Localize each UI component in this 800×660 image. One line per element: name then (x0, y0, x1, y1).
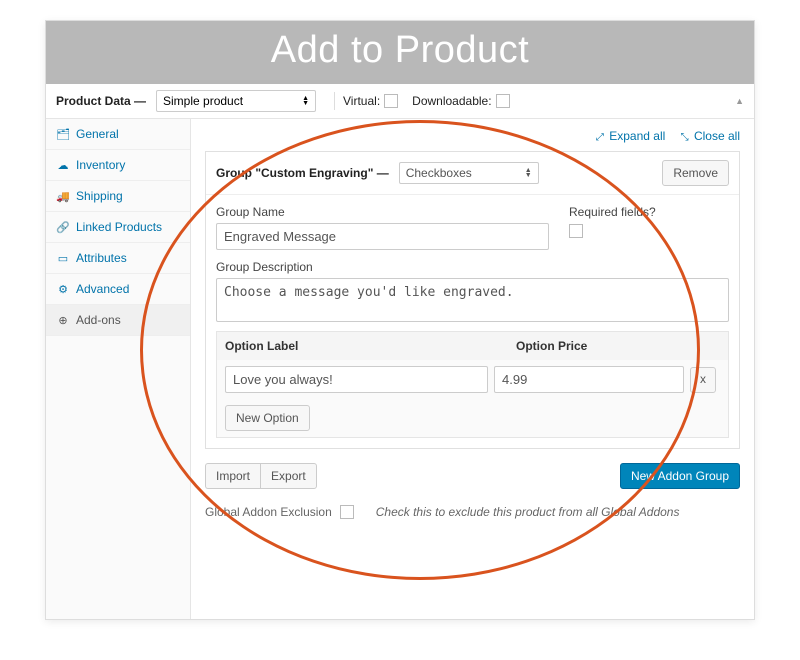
option-price-header: Option Price (508, 332, 698, 360)
select-arrows-icon: ▲▼ (302, 96, 309, 106)
product-type-value: Simple product (163, 94, 243, 108)
banner-title: Add to Product (271, 29, 529, 71)
group-description-input[interactable] (216, 278, 729, 322)
option-label-input[interactable] (225, 366, 488, 393)
new-addon-group-label: New Addon Group (631, 469, 729, 483)
sidebar-item-label: Linked Products (76, 220, 162, 234)
group-name-input[interactable] (216, 223, 549, 250)
new-addon-group-button[interactable]: New Addon Group (620, 463, 740, 489)
sidebar-item-shipping[interactable]: 🚚 Shipping (46, 181, 190, 212)
global-exclusion-hint: Check this to exclude this product from … (376, 505, 680, 519)
sidebar-item-label: Attributes (76, 251, 127, 265)
new-option-label: New Option (236, 411, 299, 425)
expand-all-link[interactable]: ⤢ Expand all (593, 129, 666, 143)
virtual-checkbox[interactable] (384, 94, 398, 108)
expand-icon: ⤢ (596, 132, 604, 143)
sidebar-item-label: Inventory (76, 158, 125, 172)
close-icon: ⤡ (681, 132, 689, 143)
option-label-header: Option Label (217, 332, 508, 360)
downloadable-label: Downloadable: (412, 94, 491, 108)
remove-group-button[interactable]: Remove (662, 160, 729, 186)
options-table-footer: New Option (217, 399, 728, 437)
close-all-link[interactable]: ⤡ Close all (677, 129, 740, 143)
global-exclusion-row: Global Addon Exclusion Check this to exc… (205, 505, 740, 519)
downloadable-checkbox[interactable] (496, 94, 510, 108)
export-label: Export (271, 469, 306, 483)
sidebar-item-label: Add-ons (76, 313, 121, 327)
banner: Add to Product (46, 21, 754, 84)
export-button[interactable]: Export (260, 463, 317, 489)
x-label: x (700, 372, 706, 386)
panel-body: 🗂 General ☁ Inventory 🚚 Shipping 🔗 Linke… (46, 119, 754, 619)
sidebar-item-general[interactable]: 🗂 General (46, 119, 190, 150)
sidebar-item-addons[interactable]: ⊕ Add-ons (46, 305, 190, 336)
sidebar-item-label: Shipping (76, 189, 123, 203)
inventory-icon: ☁ (56, 159, 70, 172)
sidebar-item-label: General (76, 127, 119, 141)
addons-icon: ⊕ (56, 314, 70, 327)
divider (334, 92, 335, 110)
group-type-select[interactable]: Checkboxes ▲▼ (399, 162, 539, 184)
new-option-button[interactable]: New Option (225, 405, 310, 431)
import-button[interactable]: Import (205, 463, 260, 489)
options-table: Option Label Option Price (216, 331, 729, 438)
group-name-label: Group Name (216, 205, 549, 219)
product-data-label: Product Data — (56, 94, 146, 108)
virtual-label: Virtual: (343, 94, 380, 108)
main-content: ⤢ Expand all ⤡ Close all Group "Custom E… (191, 119, 754, 619)
collapse-panel-icon[interactable]: ▲ (735, 96, 744, 106)
sidebar: 🗂 General ☁ Inventory 🚚 Shipping 🔗 Linke… (46, 119, 191, 619)
panel-header: Product Data — Simple product ▲▼ Virtual… (46, 84, 754, 119)
sidebar-item-inventory[interactable]: ☁ Inventory (46, 150, 190, 181)
required-fields-label: Required fields? (569, 205, 729, 219)
option-price-input[interactable] (494, 366, 684, 393)
general-icon: 🗂 (56, 128, 70, 141)
remove-option-button[interactable]: x (690, 367, 716, 393)
sidebar-item-label: Advanced (76, 282, 129, 296)
sidebar-item-advanced[interactable]: ⚙ Advanced (46, 274, 190, 305)
option-row: x (217, 360, 728, 399)
import-label: Import (216, 469, 250, 483)
remove-label: Remove (673, 166, 718, 180)
close-all-label: Close all (694, 129, 740, 143)
global-exclusion-label: Global Addon Exclusion (205, 505, 332, 519)
product-data-panel: Add to Product Product Data — Simple pro… (45, 20, 755, 620)
options-table-head: Option Label Option Price (217, 332, 728, 360)
expand-collapse-row: ⤢ Expand all ⤡ Close all (205, 129, 740, 143)
required-fields-checkbox[interactable] (569, 224, 583, 238)
linked-icon: 🔗 (56, 221, 70, 234)
global-exclusion-checkbox[interactable] (340, 505, 354, 519)
group-actions-row: Import Export New Addon Group (205, 463, 740, 489)
advanced-icon: ⚙ (56, 283, 70, 296)
sidebar-item-linked-products[interactable]: 🔗 Linked Products (46, 212, 190, 243)
group-description-label: Group Description (216, 260, 729, 274)
shipping-icon: 🚚 (56, 190, 70, 203)
group-head: Group "Custom Engraving" — Checkboxes ▲▼… (206, 152, 739, 195)
addon-group-box: Group "Custom Engraving" — Checkboxes ▲▼… (205, 151, 740, 449)
attributes-icon: ▭ (56, 252, 70, 265)
expand-all-label: Expand all (609, 129, 665, 143)
product-type-select[interactable]: Simple product ▲▼ (156, 90, 316, 112)
group-body: Group Name Required fields? Group Descri… (206, 195, 739, 448)
sidebar-item-attributes[interactable]: ▭ Attributes (46, 243, 190, 274)
group-type-value: Checkboxes (406, 166, 472, 180)
select-arrows-icon: ▲▼ (525, 168, 532, 178)
group-head-label: Group "Custom Engraving" — (216, 166, 389, 180)
